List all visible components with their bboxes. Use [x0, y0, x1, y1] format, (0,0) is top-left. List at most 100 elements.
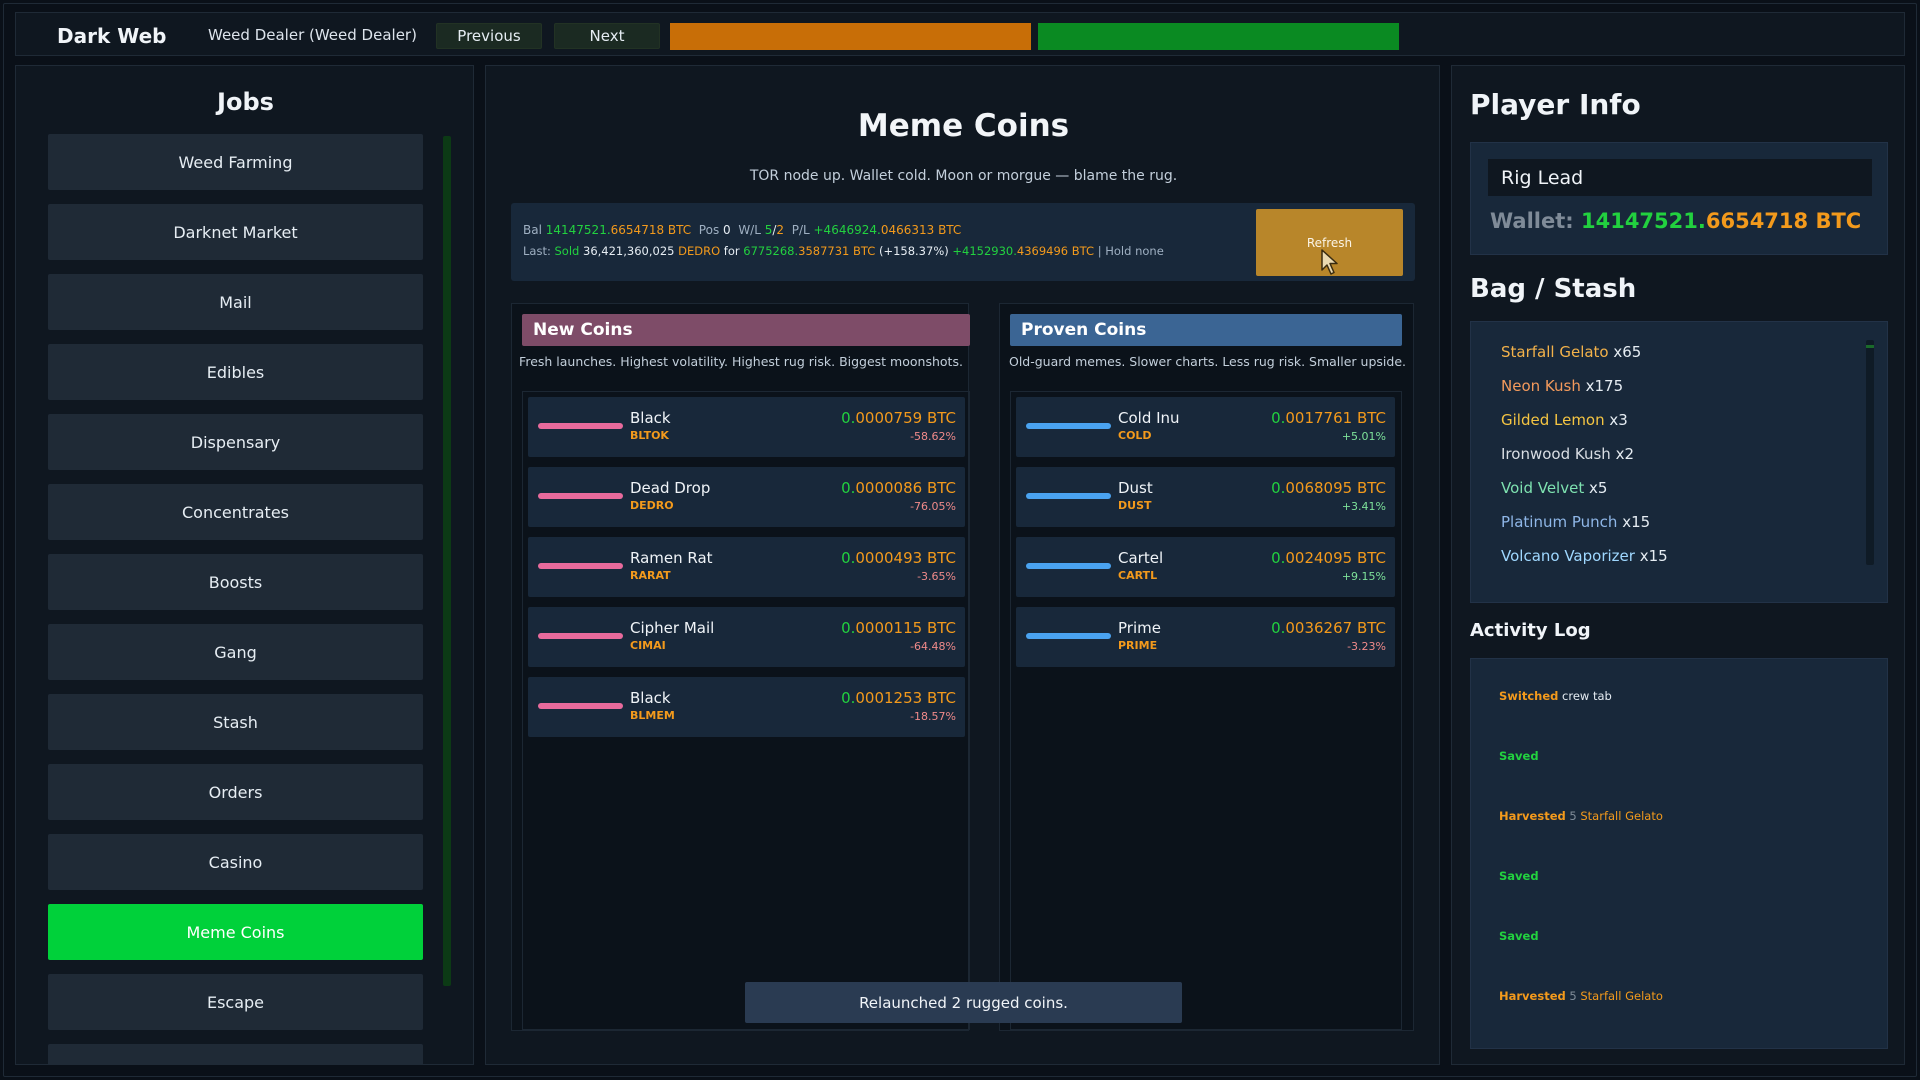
app-brand: Dark Web — [57, 24, 167, 48]
log-entry: Switched crew tab — [1499, 689, 1612, 703]
jobs-title: Jobs — [217, 88, 274, 116]
job-gang[interactable]: Gang — [48, 624, 423, 680]
log-entry: Harvested 5 Starfall Gelato — [1499, 989, 1663, 1003]
job-edibles[interactable]: Edibles — [48, 344, 423, 400]
job-darknet-market[interactable]: Darknet Market — [48, 204, 423, 260]
coin-row[interactable]: Cipher Mail CIMAI 0.0000115 BTC -64.48% — [528, 607, 965, 667]
job-boosts[interactable]: Boosts — [48, 554, 423, 610]
new-coins-column: New Coins Fresh launches. Highest volati… — [511, 303, 970, 1031]
coin-change: +9.15% — [1341, 570, 1386, 583]
new-coins-description: Fresh launches. Highest volatility. High… — [519, 354, 963, 369]
coin-row[interactable]: Dead Drop DEDRO 0.0000086 BTC -76.05% — [528, 467, 965, 527]
coin-row[interactable]: Prime PRIME 0.0036267 BTC -3.23% — [1016, 607, 1395, 667]
coin-symbol: DEDRO — [630, 499, 674, 512]
coin-name: Ramen Rat — [630, 549, 713, 567]
coin-change: -76.05% — [910, 500, 956, 513]
coin-name: Black — [630, 689, 671, 707]
coin-sparkline — [1026, 633, 1111, 639]
proven-coins-description: Old-guard memes. Slower charts. Less rug… — [1008, 354, 1406, 369]
coin-name: Cartel — [1118, 549, 1164, 567]
coin-price: 0.0017761 BTC — [1271, 409, 1386, 427]
coin-row[interactable]: Black BLMEM 0.0001253 BTC -18.57% — [528, 677, 965, 737]
activity-log-title: Activity Log — [1470, 620, 1591, 641]
coin-price: 0.0001253 BTC — [841, 689, 956, 707]
coin-change: -3.65% — [917, 570, 956, 583]
stash-title: Bag / Stash — [1470, 274, 1637, 304]
stash-list: Starfall Gelato x65 Neon Kush x175 Gilde… — [1470, 321, 1888, 603]
coin-change: -58.62% — [910, 430, 956, 443]
toast-notification: Relaunched 2 rugged coins. — [745, 982, 1182, 1023]
coin-row[interactable]: Dust DUST 0.0068095 BTC +3.41% — [1016, 467, 1395, 527]
job-orders[interactable]: Orders — [48, 764, 423, 820]
coin-sparkline — [538, 703, 623, 709]
coin-name: Dust — [1118, 479, 1153, 497]
job-weed-farming[interactable]: Weed Farming — [48, 134, 423, 190]
coin-change: +3.41% — [1341, 500, 1386, 513]
coin-symbol: BLTOK — [630, 429, 669, 442]
job-mail[interactable]: Mail — [48, 274, 423, 330]
job-casino[interactable]: Casino — [48, 834, 423, 890]
jobs-scrollbar[interactable] — [443, 136, 451, 986]
job-escape[interactable]: Escape — [48, 974, 423, 1030]
job-partial[interactable] — [48, 1044, 423, 1064]
proven-coins-header: Proven Coins — [1010, 314, 1402, 346]
player-card: Rig Lead Wallet: 14147521.6654718 BTC — [1470, 142, 1888, 255]
log-entry: Harvested 5 Starfall Gelato — [1499, 809, 1663, 823]
stash-scrollbar[interactable] — [1866, 340, 1874, 565]
coin-sparkline — [538, 493, 623, 499]
job-dispensary[interactable]: Dispensary — [48, 414, 423, 470]
player-info-panel: Player Info Rig Lead Wallet: 14147521.66… — [1451, 65, 1905, 1065]
coin-sparkline — [1026, 563, 1111, 569]
coin-price: 0.0000086 BTC — [841, 479, 956, 497]
coin-name: Cold Inu — [1118, 409, 1180, 427]
orange-status-bar — [670, 23, 1031, 50]
stash-item: Volcano Vaporizer x15 — [1501, 547, 1668, 565]
stats-line-balance: Bal 14147521.6654718 BTC Pos 0 W/L 5/2 P… — [523, 223, 962, 237]
coin-price: 0.0036267 BTC — [1271, 619, 1386, 637]
coin-name: Black — [630, 409, 671, 427]
proven-coins-list: Cold Inu COLD 0.0017761 BTC +5.01% Dust … — [1010, 391, 1402, 1030]
coin-name: Cipher Mail — [630, 619, 715, 637]
coin-symbol: CIMAI — [630, 639, 666, 652]
breadcrumb: Weed Dealer (Weed Dealer) — [208, 26, 417, 44]
job-meme-coins[interactable]: Meme Coins — [48, 904, 423, 960]
stash-item: Ironwood Kush x2 — [1501, 445, 1634, 463]
stash-item: Starfall Gelato x65 — [1501, 343, 1642, 361]
coin-price: 0.0000759 BTC — [841, 409, 956, 427]
previous-button[interactable]: Previous — [436, 23, 542, 49]
coin-price: 0.0068095 BTC — [1271, 479, 1386, 497]
coin-name: Dead Drop — [630, 479, 711, 497]
next-button[interactable]: Next — [554, 23, 660, 49]
coin-sparkline — [538, 423, 623, 429]
page-subtitle: TOR node up. Wallet cold. Moon or morgue… — [749, 168, 1178, 184]
coin-row[interactable]: Black BLTOK 0.0000759 BTC -58.62% — [528, 397, 965, 457]
new-coins-list: Black BLTOK 0.0000759 BTC -58.62% Dead D… — [522, 391, 970, 1030]
activity-log: Switched crew tab Saved Harvested 5 Star… — [1470, 658, 1888, 1049]
coin-symbol: CARTL — [1118, 569, 1158, 582]
coin-price: 0.0000493 BTC — [841, 549, 956, 567]
coin-row[interactable]: Cartel CARTL 0.0024095 BTC +9.15% — [1016, 537, 1395, 597]
coin-change: -64.48% — [910, 640, 956, 653]
job-concentrates[interactable]: Concentrates — [48, 484, 423, 540]
log-entry: Saved — [1499, 929, 1539, 943]
coin-change: -18.57% — [910, 710, 956, 723]
mouse-cursor-icon — [1321, 249, 1338, 275]
player-info-title: Player Info — [1470, 88, 1641, 121]
job-stash[interactable]: Stash — [48, 694, 423, 750]
coin-row[interactable]: Cold Inu COLD 0.0017761 BTC +5.01% — [1016, 397, 1395, 457]
stash-scroll-thumb[interactable] — [1866, 345, 1874, 348]
coin-sparkline — [1026, 423, 1111, 429]
top-bar: Dark Web Weed Dealer (Weed Dealer) Previ… — [15, 12, 1905, 56]
coin-row[interactable]: Ramen Rat RARAT 0.0000493 BTC -3.65% — [528, 537, 965, 597]
coin-sparkline — [538, 563, 623, 569]
new-coins-header: New Coins — [522, 314, 970, 346]
stash-item: Neon Kush x175 — [1501, 377, 1624, 395]
stats-bar: Bal 14147521.6654718 BTC Pos 0 W/L 5/2 P… — [511, 203, 1415, 281]
coin-symbol: RARAT — [630, 569, 671, 582]
jobs-panel: Jobs Weed Farming Darknet Market Mail Ed… — [15, 65, 474, 1065]
player-role: Rig Lead — [1488, 159, 1872, 196]
coin-change: +5.01% — [1341, 430, 1386, 443]
coin-sparkline — [1026, 493, 1111, 499]
coin-sparkline — [538, 633, 623, 639]
coin-symbol: COLD — [1118, 429, 1152, 442]
